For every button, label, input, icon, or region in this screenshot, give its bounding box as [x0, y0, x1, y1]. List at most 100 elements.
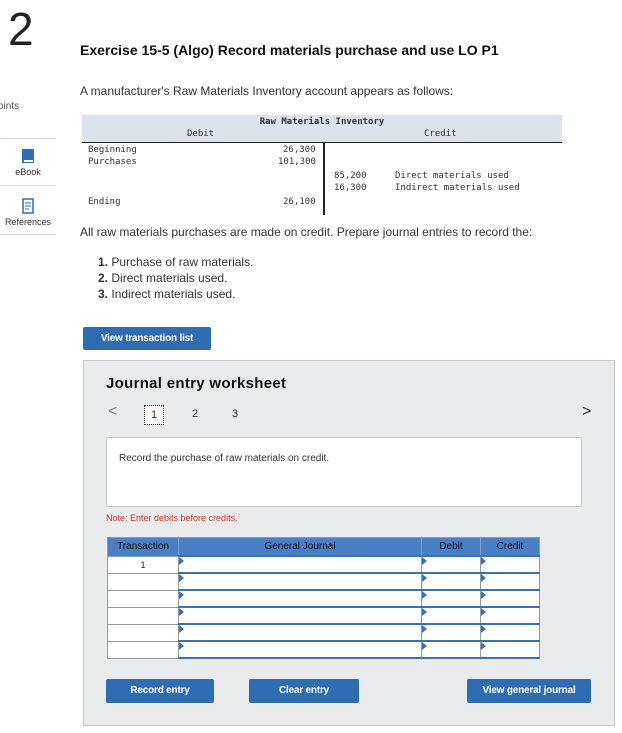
- references-button[interactable]: References: [0, 198, 56, 227]
- credit-input[interactable]: [480, 572, 540, 591]
- credit-header: Credit: [424, 129, 457, 139]
- dropdown-marker-icon: [179, 625, 184, 633]
- journal-row: [107, 606, 540, 625]
- credit-input[interactable]: [480, 606, 540, 625]
- worksheet-title: Journal entry worksheet: [106, 375, 287, 392]
- clear-entry-button[interactable]: Clear entry: [249, 679, 359, 703]
- steps-list: 1. Purchase of raw materials. 2. Direct …: [98, 254, 253, 302]
- cell-marker-icon: [422, 557, 427, 565]
- debit-input[interactable]: [421, 640, 481, 659]
- ebook-button[interactable]: eBook: [0, 148, 56, 177]
- debit-row-label: Purchases: [88, 157, 137, 167]
- debit-header: Debit: [187, 129, 215, 139]
- next-arrow-icon[interactable]: >: [582, 403, 591, 421]
- dropdown-marker-icon: [179, 608, 184, 616]
- journal-row: 1: [107, 555, 540, 574]
- t-account-title: Raw Materials Inventory: [259, 117, 385, 127]
- cell-marker-icon: [422, 591, 427, 599]
- account-input[interactable]: [178, 555, 422, 574]
- col-credit: Credit: [480, 537, 540, 557]
- col-general-journal: General Journal: [178, 537, 422, 557]
- transaction-cell: [107, 606, 179, 625]
- page-tab-2[interactable]: 2: [186, 408, 204, 420]
- ebook-label: eBook: [15, 167, 41, 177]
- ending-amount: 26,100: [283, 197, 316, 207]
- ending-label: Ending: [88, 197, 121, 207]
- debit-row-amount: 101,300: [278, 157, 316, 167]
- debit-input[interactable]: [421, 589, 481, 608]
- debit-input[interactable]: [421, 555, 481, 574]
- transaction-cell: [107, 589, 179, 608]
- credit-row-label: Indirect materials used: [395, 183, 520, 193]
- step-item: 1. Purchase of raw materials.: [98, 255, 254, 269]
- intro-text: A manufacturer's Raw Materials Inventory…: [80, 84, 454, 98]
- page-tab-3[interactable]: 3: [226, 408, 244, 420]
- debit-row-label: Beginning: [88, 145, 137, 155]
- page-tab-1[interactable]: 1: [144, 405, 164, 425]
- dropdown-marker-icon: [179, 642, 184, 650]
- cell-marker-icon: [422, 642, 427, 650]
- journal-row: [107, 623, 540, 642]
- credit-input[interactable]: [480, 640, 540, 659]
- cell-marker-icon: [422, 625, 427, 633]
- account-input[interactable]: [178, 606, 422, 625]
- cell-marker-icon: [481, 574, 486, 582]
- transaction-cell: [107, 623, 179, 642]
- journal-row: [107, 589, 540, 608]
- cell-marker-icon: [422, 608, 427, 616]
- col-debit: Debit: [421, 537, 481, 557]
- cell-marker-icon: [481, 557, 486, 565]
- references-label: References: [4, 217, 52, 227]
- journal-header-row: Transaction General Journal Debit Credit: [107, 537, 540, 557]
- cell-marker-icon: [481, 591, 486, 599]
- account-input[interactable]: [178, 623, 422, 642]
- debit-input[interactable]: [421, 572, 481, 591]
- credit-row-amount: 16,300: [334, 183, 367, 193]
- cell-marker-icon: [422, 574, 427, 582]
- prompt-text: Record the purchase of raw materials on …: [119, 453, 330, 464]
- dropdown-marker-icon: [179, 557, 184, 565]
- step-item: 3. Indirect materials used.: [98, 287, 236, 301]
- document-icon: [20, 198, 36, 214]
- credit-input[interactable]: [480, 555, 540, 574]
- cell-marker-icon: [481, 608, 486, 616]
- note-text: Note: Enter debits before credits.: [106, 513, 238, 523]
- journal-worksheet-panel: Journal entry worksheet < 1 2 3 > Record…: [83, 360, 615, 726]
- sidebar-divider: [0, 234, 56, 235]
- instruction-text: All raw materials purchases are made on …: [80, 225, 533, 239]
- dropdown-marker-icon: [179, 574, 184, 582]
- prompt-box: Record the purchase of raw materials on …: [106, 437, 582, 507]
- account-input[interactable]: [178, 572, 422, 591]
- step-item: 2. Direct materials used.: [98, 271, 228, 285]
- view-transaction-list-button[interactable]: View transaction list: [83, 327, 211, 350]
- points-label: oints: [0, 101, 20, 112]
- journal-row: [107, 640, 540, 659]
- cell-marker-icon: [481, 625, 486, 633]
- t-account-rule: [82, 142, 562, 143]
- credit-row-label: Direct materials used: [395, 171, 509, 181]
- debit-row-amount: 26,300: [283, 145, 316, 155]
- credit-input[interactable]: [480, 623, 540, 642]
- t-account-divider: [323, 143, 325, 215]
- debit-input[interactable]: [421, 606, 481, 625]
- cell-marker-icon: [481, 642, 486, 650]
- exercise-title: Exercise 15-5 (Algo) Record materials pu…: [80, 42, 499, 58]
- credit-input[interactable]: [480, 589, 540, 608]
- transaction-cell: 1: [107, 555, 179, 574]
- account-input[interactable]: [178, 589, 422, 608]
- t-account: Raw Materials Inventory Debit Credit Beg…: [82, 115, 562, 215]
- prev-arrow-icon[interactable]: <: [108, 403, 117, 421]
- book-icon: [20, 148, 36, 164]
- debit-input[interactable]: [421, 623, 481, 642]
- sidebar-divider: [0, 138, 56, 139]
- account-input[interactable]: [178, 640, 422, 659]
- record-entry-button[interactable]: Record entry: [106, 679, 214, 703]
- question-number: 2: [8, 3, 34, 55]
- sidebar-divider: [0, 185, 56, 186]
- dropdown-marker-icon: [179, 591, 184, 599]
- view-general-journal-button[interactable]: View general journal: [467, 679, 591, 703]
- transaction-cell: [107, 640, 179, 659]
- journal-row: [107, 572, 540, 591]
- col-transaction: Transaction: [107, 537, 179, 557]
- credit-row-amount: 85,200: [334, 171, 367, 181]
